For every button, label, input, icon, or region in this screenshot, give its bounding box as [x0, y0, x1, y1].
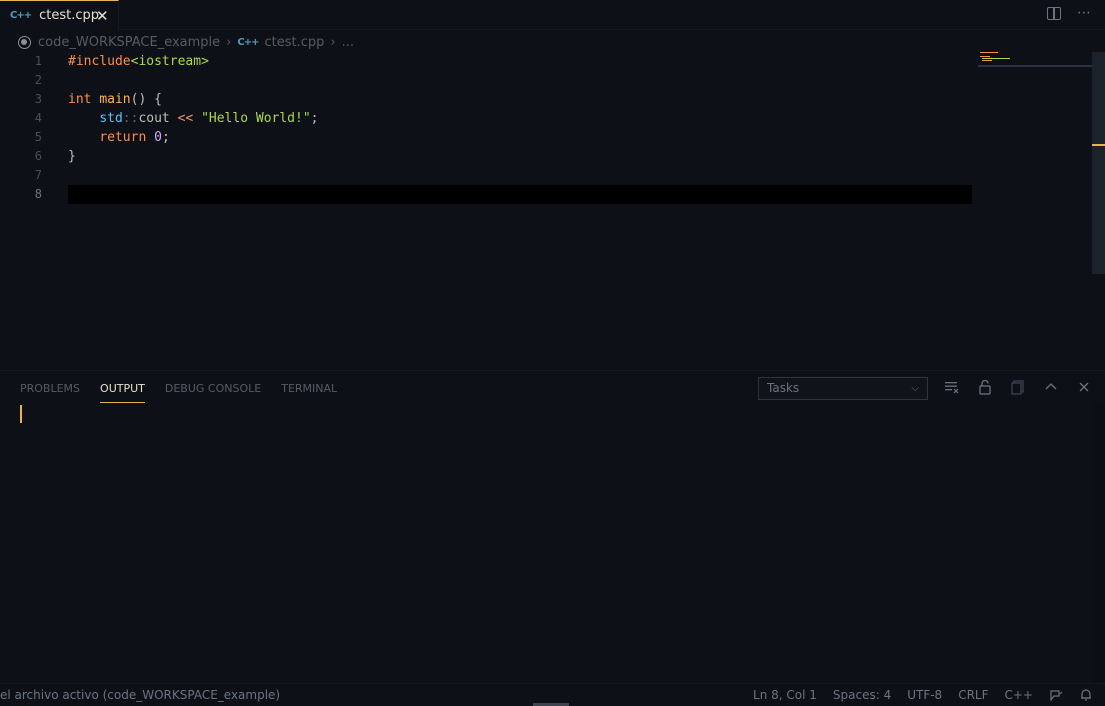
close-panel-icon[interactable] [1076, 379, 1092, 395]
status-indentation[interactable]: Spaces: 4 [833, 688, 891, 702]
bell-icon[interactable] [1079, 688, 1093, 702]
chevron-right-icon: › [226, 34, 232, 50]
line-number: 8 [34, 187, 42, 201]
clear-output-icon[interactable] [944, 380, 960, 394]
line-number: 5 [34, 130, 42, 144]
line-number: 7 [34, 168, 42, 182]
line-number: 2 [34, 73, 42, 87]
bottom-panel: PROBLEMS OUTPUT DEBUG CONSOLE TERMINAL T… [0, 370, 1105, 684]
chevron-right-icon: › [330, 34, 336, 50]
copy-icon[interactable] [1010, 379, 1026, 395]
token-string: "Hello World!" [201, 111, 311, 126]
token-identifier: cout [138, 111, 170, 126]
panel-tabs: PROBLEMS OUTPUT DEBUG CONSOLE TERMINAL [20, 381, 337, 403]
line-number: 6 [34, 149, 42, 163]
tab-output[interactable]: OUTPUT [100, 381, 145, 403]
split-editor-icon[interactable] [1047, 7, 1061, 20]
line-number-gutter: 1 2 3 4 5 6 7 8 [0, 52, 50, 204]
token-operator: << [177, 111, 194, 126]
code-editor[interactable]: 1 2 3 4 5 6 7 8 #include<iostream> int m… [0, 52, 1105, 370]
tab-debug-console[interactable]: DEBUG CONSOLE [165, 381, 261, 403]
breadcrumb-workspace[interactable]: code_WORKSPACE_example [38, 35, 220, 50]
token-namespace: std [99, 111, 123, 126]
token-preprocessor: #include [68, 54, 131, 69]
line-number: 4 [34, 111, 42, 125]
token-function: main [99, 92, 131, 107]
status-language[interactable]: C++ [1005, 688, 1034, 702]
editor-tab-bar: C++ ctest.cpp ✕ ⋯ [0, 0, 1105, 30]
token-punctuation: ; [161, 130, 170, 145]
editor-actions: ⋯ [1047, 5, 1091, 21]
status-cursor-position[interactable]: Ln 8, Col 1 [753, 688, 817, 702]
tab-problems[interactable]: PROBLEMS [20, 381, 80, 403]
minimap-line [982, 58, 1010, 59]
tab-label: ctest.cpp [39, 8, 100, 23]
line-number: 3 [34, 92, 42, 106]
cpp-file-icon: C++ [10, 10, 32, 21]
scrollbar-cursor-marker [1092, 144, 1105, 146]
token-scope: :: [122, 111, 139, 126]
close-icon[interactable]: ✕ [96, 7, 109, 25]
minimap-line [982, 60, 992, 61]
editor-scrollbar[interactable] [1092, 52, 1105, 274]
code-line: int main() { [68, 90, 318, 109]
lock-icon[interactable] [977, 379, 993, 395]
status-message: el archivo activo (code_WORKSPACE_exampl… [0, 688, 281, 702]
cpp-file-icon: C++ [237, 36, 259, 48]
select-value: Tasks [767, 381, 800, 395]
status-items: Ln 8, Col 1 Spaces: 4 UTF-8 CRLF C++ [753, 688, 1093, 702]
breadcrumb: code_WORKSPACE_example › C++ ctest.cpp ›… [18, 33, 354, 51]
minimap-line [980, 56, 990, 57]
code-line: std::cout << "Hello World!"; [68, 109, 318, 128]
token-punctuation: ; [310, 111, 319, 126]
token-include-path: <iostream> [130, 54, 209, 69]
status-eol[interactable]: CRLF [958, 688, 988, 702]
token-keyword: int [68, 92, 92, 107]
output-cursor [20, 405, 22, 423]
token-keyword: return [99, 130, 147, 145]
status-encoding[interactable]: UTF-8 [907, 688, 942, 702]
code-lines: #include<iostream> int main() { std::cou… [68, 52, 318, 204]
output-channel-select[interactable]: Tasks ⌵ [758, 377, 928, 400]
breadcrumb-file[interactable]: ctest.cpp [264, 35, 324, 50]
token-number: 0 [154, 130, 162, 145]
chevron-down-icon: ⌵ [911, 383, 919, 394]
code-line: #include<iostream> [68, 52, 318, 71]
minimap-line [980, 52, 998, 53]
more-actions-icon[interactable]: ⋯ [1077, 5, 1091, 21]
feedback-icon[interactable] [1049, 688, 1063, 702]
code-line: return 0; [68, 128, 318, 147]
chevron-up-icon[interactable] [1043, 379, 1059, 395]
tab-ctest-cpp[interactable]: C++ ctest.cpp ✕ [0, 0, 119, 30]
line-number: 1 [34, 54, 42, 68]
token-punctuation: () { [130, 92, 162, 107]
workspace-target-icon [18, 35, 31, 49]
panel-scrollbar[interactable] [1092, 401, 1105, 684]
minimap-viewport[interactable] [978, 65, 1092, 67]
breadcrumb-symbols[interactable]: ... [342, 35, 354, 50]
tab-terminal[interactable]: TERMINAL [281, 381, 337, 403]
code-line: } [68, 147, 318, 166]
panel-actions [944, 379, 1092, 395]
token-punctuation: } [68, 149, 76, 164]
